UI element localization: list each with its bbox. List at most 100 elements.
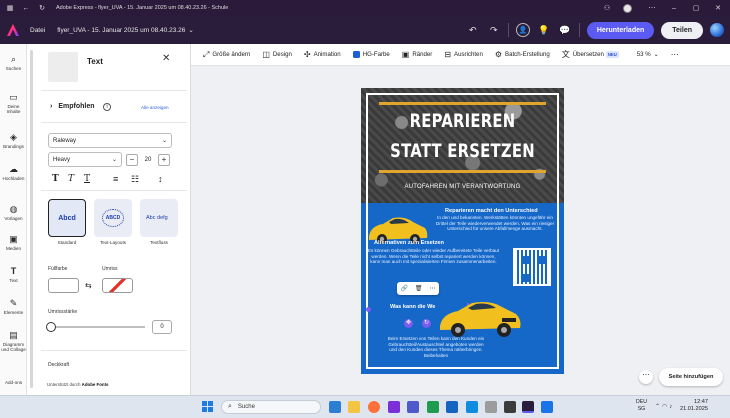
chevron-up-icon[interactable]: ⌃	[655, 404, 662, 410]
font-size-increase-button[interactable]: +	[158, 154, 170, 166]
toolbar-bg-color[interactable]: HG-Farbe	[352, 51, 390, 58]
collaborator-icon[interactable]: 👤	[515, 23, 530, 37]
fill-color-swatch[interactable]	[48, 278, 79, 293]
recommended-toggle[interactable]: › Empfohlen	[50, 103, 95, 110]
outline-thickness-slider[interactable]	[50, 326, 145, 328]
edge-icon[interactable]	[466, 401, 478, 413]
add-page-button[interactable]: Seite hinzufügen	[659, 368, 723, 386]
page-more-button[interactable]: ⋯	[639, 370, 653, 384]
search-placeholder: Suche	[237, 404, 255, 410]
explorer-icon[interactable]	[348, 401, 360, 413]
show-all-link[interactable]: Alle anzeigen	[141, 105, 169, 110]
more-icon[interactable]: ⋯	[646, 2, 658, 14]
toolbar-animation[interactable]: ✣ Animation	[304, 50, 341, 59]
outline-thickness-value[interactable]: 0	[152, 320, 172, 334]
word-icon[interactable]	[446, 401, 458, 413]
toolbar-batch[interactable]: ⚙ Batch-Erstellung	[495, 50, 550, 59]
lang-code: DEU	[636, 399, 647, 405]
comment-icon[interactable]: 💬	[558, 23, 572, 37]
rail-item-elements[interactable]: ✎ Elemente	[0, 298, 27, 315]
powered-by-brand[interactable]: Adobe Fonts	[82, 382, 109, 387]
slider-handle[interactable]	[46, 322, 56, 332]
clock[interactable]: 12:47 21.01.2025	[680, 399, 708, 413]
font-weight-value: Heavy	[53, 156, 71, 163]
style-card-standard[interactable]: Abcd	[48, 199, 86, 237]
underline-icon[interactable]: T	[84, 174, 90, 184]
share-button[interactable]: Teilen	[661, 21, 703, 39]
flyer-page[interactable]: REPARIEREN STATT ERSETZEN AUTOFAHREN MIT…	[361, 88, 564, 374]
font-weight-select[interactable]: Heavy ⌄	[48, 152, 122, 167]
left-rail: ⌕ Suchen ▭ Deine Inhalte ◈ Brandings ☁ Hochl…	[0, 44, 27, 395]
download-button[interactable]: Herunterladen	[586, 21, 655, 39]
close-icon[interactable]: ✕	[162, 53, 170, 64]
profile-avatar[interactable]	[623, 3, 632, 13]
style-card-text-flow[interactable]: Abc defg	[140, 199, 178, 237]
chevron-down-icon: ⌄	[111, 157, 117, 163]
panel-scrollbar[interactable]	[30, 50, 33, 388]
rail-item-content[interactable]: ▭ Deine Inhalte	[0, 92, 27, 115]
align-center-icon[interactable]: ≡	[113, 174, 118, 184]
canvas-toolbar: ⤢ Größe ändern ◫ Design ✣ Animation HG-Farb…	[191, 44, 730, 66]
volume-icon[interactable]: ♪	[669, 404, 674, 410]
task-view-icon[interactable]	[329, 401, 341, 413]
rail-item-brands[interactable]: ◈ Brandings	[0, 132, 27, 149]
tray-icons[interactable]: ⌃◠♪	[655, 403, 674, 410]
rail-item-addons[interactable]: Add-ons	[0, 380, 27, 385]
adobe-express-logo[interactable]	[6, 23, 20, 37]
rail-item-upload[interactable]: ☁ Hochladen	[0, 164, 27, 181]
list-icon[interactable]: ☷	[131, 174, 139, 185]
taskbar-search[interactable]: ⌕ Suche	[221, 400, 321, 414]
style-card-text-layouts[interactable]: ABCD	[94, 199, 132, 237]
firefox-icon[interactable]	[368, 401, 380, 413]
selection-handle[interactable]	[366, 307, 371, 312]
teams-icon[interactable]	[407, 401, 419, 413]
toolbar-label: Design	[272, 51, 292, 58]
file-menu[interactable]: Datei	[30, 27, 45, 34]
italic-icon[interactable]: T	[68, 174, 74, 184]
canvas-area[interactable]: REPARIEREN STATT ERSETZEN AUTOFAHREN MIT…	[191, 66, 730, 395]
info-icon[interactable]: i	[103, 103, 111, 111]
rail-item-media[interactable]: ▣ Medien	[0, 234, 27, 251]
windows-taskbar: ⌕ Suche DEU SG ⌃◠♪ 12:47 21.01.2025	[0, 395, 730, 418]
redo-icon[interactable]: ↷	[487, 23, 501, 37]
minimize-icon[interactable]: –	[668, 5, 680, 12]
chrome-icon[interactable]	[541, 401, 553, 413]
toolbar-design[interactable]: ◫ Design	[262, 50, 292, 59]
toolbar-align[interactable]: ⊟ Ausrichten	[444, 50, 483, 59]
excel-icon[interactable]	[427, 401, 439, 413]
menu-icon[interactable]: ▦	[4, 2, 16, 14]
zoom-select[interactable]: 53 % ⌄	[637, 51, 659, 58]
chevron-down-icon: ⌄	[653, 51, 659, 58]
extensions-icon[interactable]: ⚇	[601, 2, 613, 14]
lightbulb-icon[interactable]: 💡	[537, 23, 551, 37]
onenote-icon[interactable]	[388, 401, 400, 413]
undo-icon[interactable]: ↶	[466, 23, 480, 37]
swap-icon[interactable]: ⇆	[85, 281, 92, 290]
rail-item-templates[interactable]: ◍ Vorlagen	[0, 204, 27, 221]
toolbar-translate[interactable]: 文 Übersetzen NEU	[562, 49, 619, 60]
rail-item-text[interactable]: T Text	[0, 266, 27, 283]
toolbar-borders[interactable]: ▣ Ränder	[402, 50, 433, 59]
bg-color-icon	[352, 51, 360, 58]
language-indicator[interactable]: DEU SG	[636, 399, 647, 413]
toolbar-resize[interactable]: ⤢ Größe ändern	[203, 50, 250, 60]
font-size-decrease-button[interactable]: −	[126, 154, 138, 166]
rail-item-chart[interactable]: ▤ Diagramm und Collage	[0, 330, 27, 353]
start-button[interactable]	[202, 401, 213, 412]
back-icon[interactable]: ←	[20, 2, 32, 14]
bold-icon[interactable]: T	[52, 174, 59, 184]
rail-item-search[interactable]: ⌕ Suchen	[0, 54, 27, 71]
app-icon[interactable]	[504, 401, 516, 413]
line-spacing-icon[interactable]: ↕	[158, 174, 163, 184]
font-family-select[interactable]: Raleway ⌄	[48, 133, 172, 148]
more-options[interactable]: ⋯	[671, 50, 682, 59]
document-title[interactable]: flyer_UVA - 15. Januar 2025 um 08.40.23.…	[57, 26, 194, 34]
outline-color-swatch[interactable]	[102, 278, 133, 293]
font-size-value[interactable]: 20	[140, 154, 156, 166]
reload-icon[interactable]: ↻	[36, 2, 48, 14]
close-window-icon[interactable]: ✕	[712, 4, 724, 12]
maximize-icon[interactable]: ▢	[690, 4, 702, 12]
account-avatar[interactable]	[710, 23, 724, 37]
adobe-express-taskbar-icon[interactable]	[522, 401, 534, 413]
settings-icon[interactable]	[485, 401, 497, 413]
